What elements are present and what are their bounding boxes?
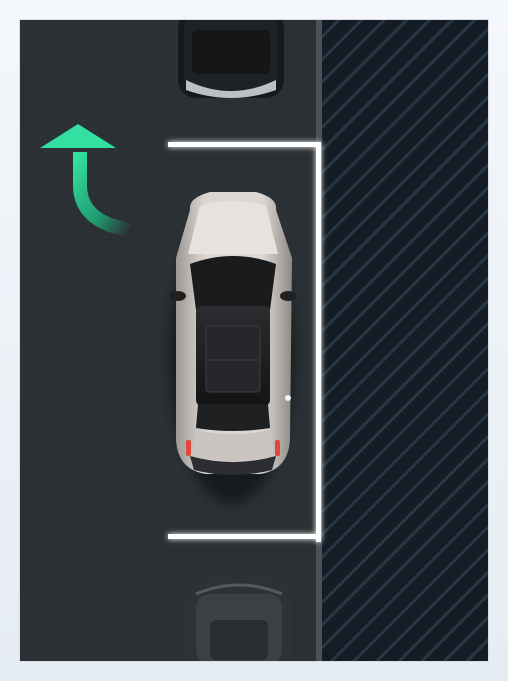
- hatched-curb-zone: [320, 20, 488, 661]
- app-frame: [0, 0, 508, 681]
- slot-line-top: [168, 142, 320, 147]
- parking-camera-view: [20, 20, 488, 661]
- parking-scene-svg: [20, 20, 488, 661]
- slot-line-side: [316, 142, 321, 542]
- parked-car-rear: [186, 578, 292, 661]
- parked-car-front: [178, 20, 284, 98]
- car-topdown-icon: [170, 192, 296, 475]
- slot-line-bottom: [168, 534, 321, 539]
